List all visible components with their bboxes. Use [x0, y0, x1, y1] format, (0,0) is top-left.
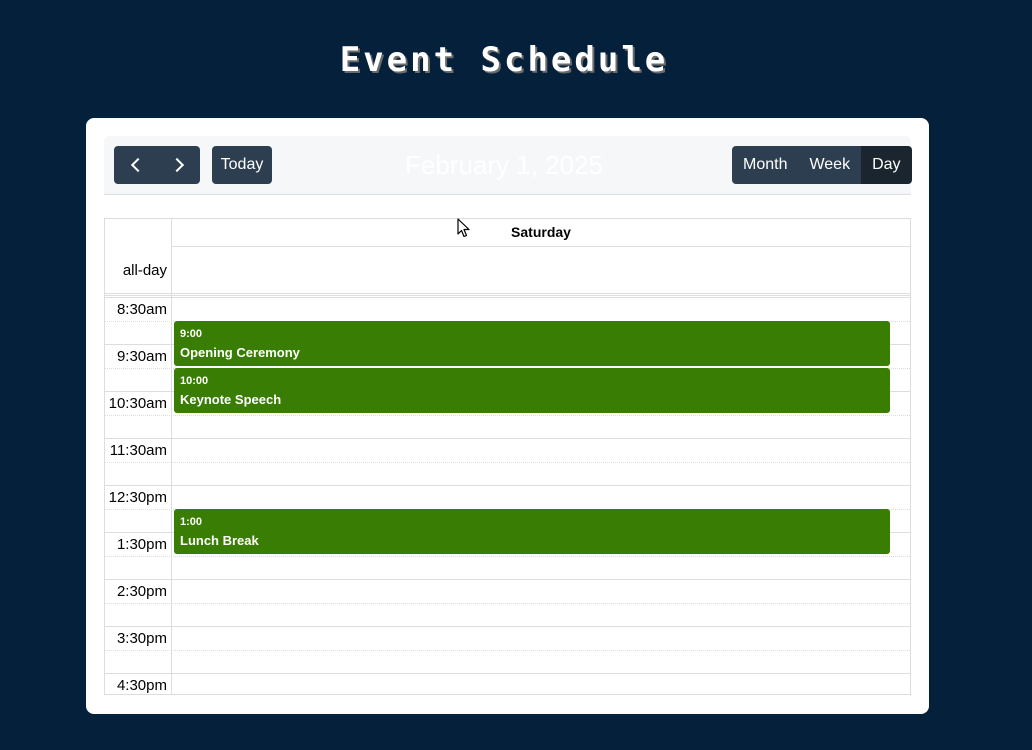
time-slot[interactable]: [105, 461, 910, 486]
time-slot[interactable]: 8:30am: [105, 297, 910, 321]
time-slot[interactable]: [105, 414, 910, 439]
time-slot-label: 1:30pm: [116, 536, 167, 553]
time-slot-label: 11:30am: [109, 442, 167, 459]
day-header: Saturday: [172, 219, 910, 247]
time-slot-label: 4:30pm: [116, 677, 167, 694]
page-title: Event Schedule: [339, 40, 669, 80]
calendar-event[interactable]: 10:00 Keynote Speech: [174, 368, 890, 413]
allday-label: all-day: [122, 262, 167, 279]
chevron-left-icon: [130, 157, 145, 173]
calendar-toolbar: Today February 1, 2025 Month Week Day: [104, 136, 912, 195]
week-view-button[interactable]: Week: [798, 146, 862, 184]
time-slot-label: 10:30am: [108, 395, 167, 412]
month-view-button[interactable]: Month: [732, 146, 799, 184]
next-button[interactable]: [157, 146, 200, 184]
time-slot-label: 3:30pm: [116, 630, 167, 647]
mouse-cursor-icon: [457, 218, 470, 238]
event-title: Lunch Break: [180, 533, 259, 548]
nav-button-group: [114, 146, 200, 184]
view-button-group: Month Week Day: [732, 146, 912, 184]
day-view-button[interactable]: Day: [861, 146, 912, 184]
time-slot-label: 9:30am: [116, 348, 167, 365]
calendar-event[interactable]: 9:00 Opening Ceremony: [174, 321, 890, 366]
time-slot[interactable]: 3:30pm: [105, 626, 910, 650]
time-slot[interactable]: 2:30pm: [105, 579, 910, 603]
time-slot[interactable]: 4:30pm: [105, 673, 910, 694]
calendar-card: Today February 1, 2025 Month Week Day Sa…: [86, 118, 929, 714]
chevron-right-icon: [169, 157, 184, 173]
time-slot-label: 12:30pm: [108, 489, 167, 506]
time-slot-label: 2:30pm: [116, 583, 167, 600]
event-title: Opening Ceremony: [180, 345, 300, 360]
event-title: Keynote Speech: [180, 392, 282, 407]
event-time: 9:00: [180, 328, 203, 340]
time-slot[interactable]: 12:30pm: [105, 485, 910, 509]
time-slots: 8:30am 9:30am 10:30am 11:30am 12:30pm 1:30pm 2…: [105, 297, 910, 694]
time-slot[interactable]: [105, 602, 910, 627]
time-slot[interactable]: [105, 649, 910, 674]
allday-row[interactable]: all-day: [105, 247, 910, 296]
event-time: 10:00: [180, 375, 209, 387]
calendar-date-title: February 1, 2025: [404, 150, 603, 180]
calendar-event[interactable]: 1:00 Lunch Break: [174, 509, 890, 554]
time-slot[interactable]: 11:30am: [105, 438, 910, 462]
prev-button[interactable]: [114, 146, 157, 184]
time-slot[interactable]: [105, 555, 910, 580]
today-button[interactable]: Today: [212, 146, 272, 184]
event-time: 1:00: [180, 516, 203, 528]
time-grid: Saturday all-day 8:30am 9:30am 10:30am 11:3…: [104, 218, 911, 695]
time-slot-label: 8:30am: [116, 301, 167, 318]
